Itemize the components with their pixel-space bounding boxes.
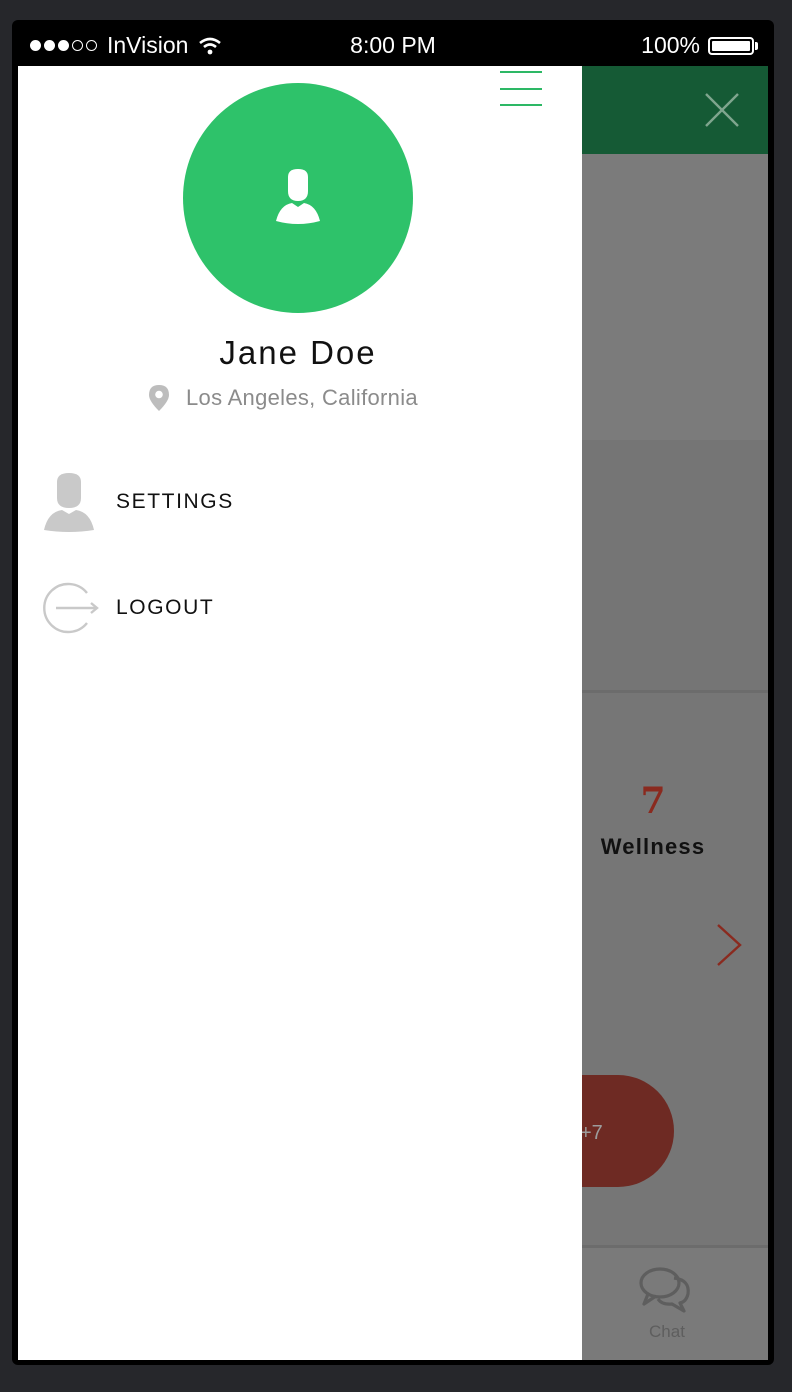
hamburger-icon[interactable] [500, 71, 544, 107]
menu-item-logout[interactable]: LOGOUT [42, 578, 442, 638]
logout-icon [42, 578, 99, 638]
battery-icon [708, 36, 758, 55]
chat-bubbles-icon[interactable] [638, 1264, 692, 1314]
wellness-score: 7 [640, 780, 666, 822]
avatar[interactable] [183, 83, 413, 313]
menu-item-label: LOGOUT [116, 596, 215, 619]
map-pin-icon [149, 385, 169, 411]
side-drawer: Jane Doe Los Angeles, California SETTING… [18, 66, 582, 1360]
menu-item-settings[interactable]: SETTINGS [42, 472, 442, 532]
points-pill-label: +7 [580, 1122, 603, 1144]
wellness-label: Wellness [600, 834, 706, 859]
battery-status: 100% [641, 32, 758, 59]
status-bar: InVision 8:00 PM 100% [18, 24, 768, 66]
location-text: Los Angeles, California [186, 385, 418, 410]
user-location: Los Angeles, California [148, 384, 418, 412]
app-screen: 7 Wellness +7 Chat Jane Doe Los Angeles,… [18, 66, 768, 1360]
chevron-right-icon[interactable] [714, 922, 744, 968]
tab-chat-label[interactable]: Chat [618, 1322, 716, 1342]
close-icon[interactable] [702, 90, 742, 130]
user-silhouette-icon [42, 472, 96, 532]
user-silhouette-icon [276, 169, 320, 224]
battery-percent: 100% [641, 32, 700, 58]
user-name: Jane Doe [219, 334, 377, 371]
menu-item-label: SETTINGS [116, 490, 234, 513]
